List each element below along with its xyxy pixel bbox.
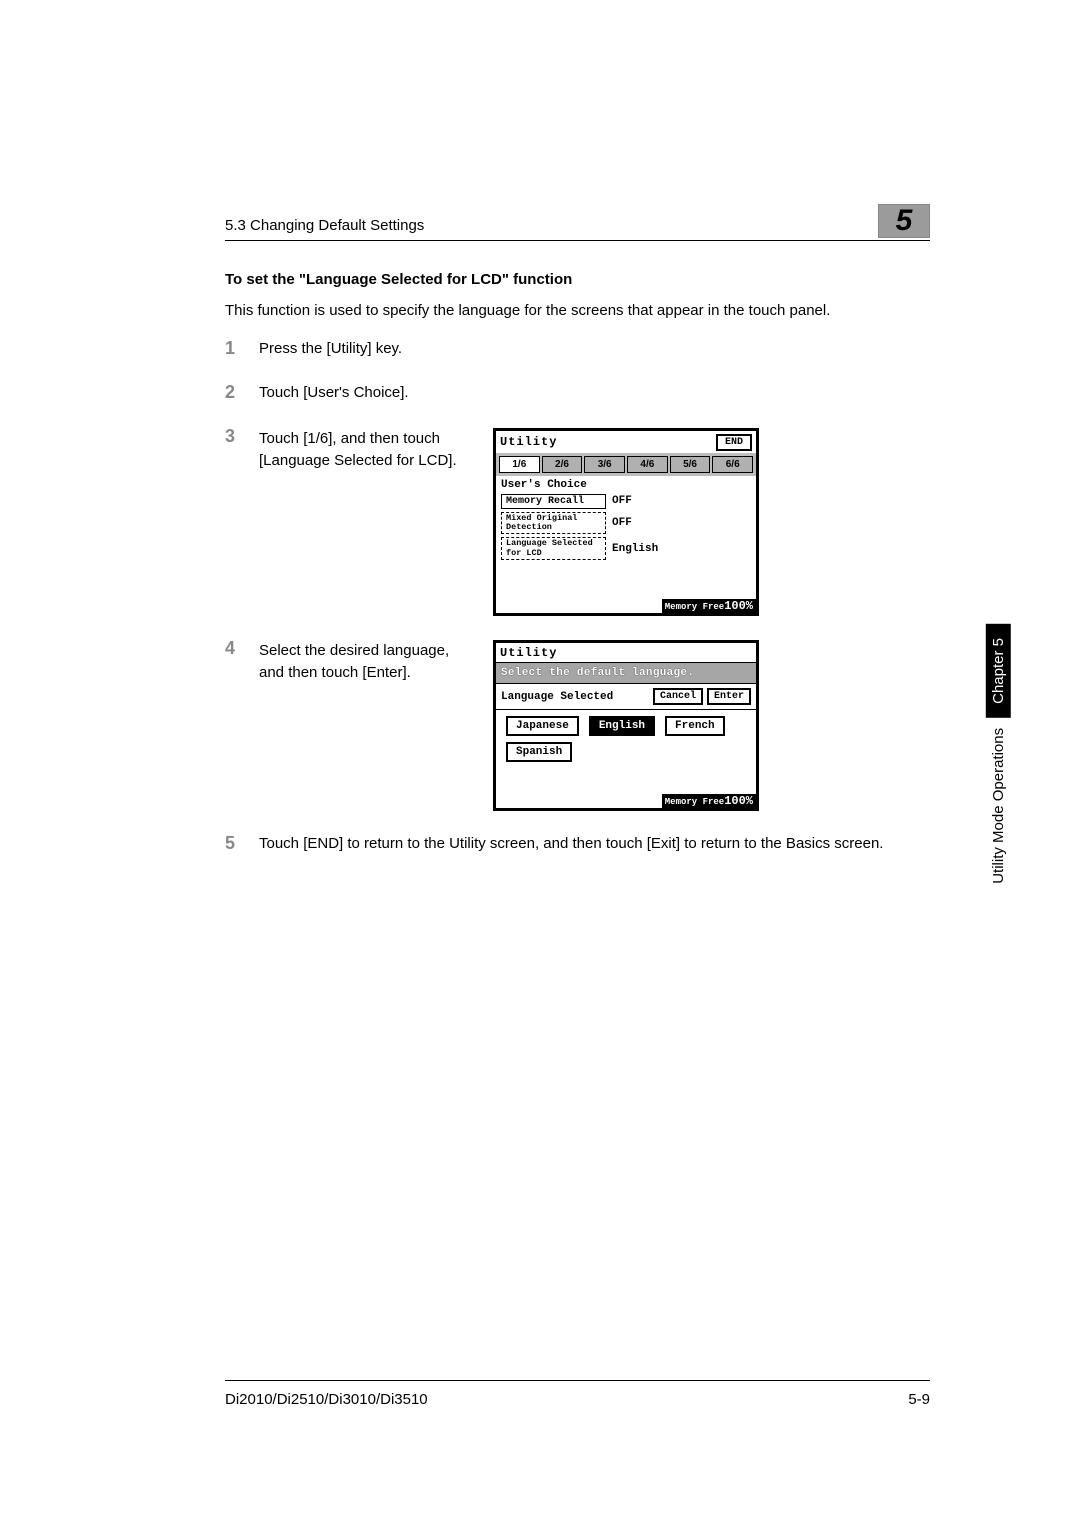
tab-2-6[interactable]: 2/6 <box>542 456 583 473</box>
memory-recall-button[interactable]: Memory Recall <box>501 494 606 509</box>
language-english-button[interactable]: English <box>589 716 655 736</box>
footer-model: Di2010/Di2510/Di3010/Di3510 <box>225 1391 428 1408</box>
memory-free-indicator: Memory Free100% <box>662 599 756 613</box>
lcd-screen-users-choice: Utility END 1/6 2/6 3/6 4/6 5/6 6/6 User… <box>493 428 759 616</box>
step-number: 1 <box>225 338 235 359</box>
lcd-title: Utility <box>500 646 557 660</box>
tab-1-6[interactable]: 1/6 <box>499 456 540 473</box>
step-item: 2 Touch [User's Choice]. <box>225 384 930 404</box>
side-chapter-label: Chapter 5 <box>986 624 1011 718</box>
tab-3-6[interactable]: 3/6 <box>584 456 625 473</box>
language-japanese-button[interactable]: Japanese <box>506 716 579 736</box>
step-item: 4 Select the desired language, and then … <box>225 640 930 811</box>
language-selected-value: English <box>612 543 658 555</box>
language-selected-label: Language Selected <box>501 691 649 703</box>
cancel-button[interactable]: Cancel <box>653 688 703 705</box>
chapter-number-box: 5 <box>878 204 930 238</box>
step-item: 5 Touch [END] to return to the Utility s… <box>225 835 930 855</box>
mixed-original-detection-value: OFF <box>612 517 632 529</box>
end-button[interactable]: END <box>716 434 752 451</box>
tab-5-6[interactable]: 5/6 <box>670 456 711 473</box>
step-number: 4 <box>225 638 235 659</box>
step-number: 2 <box>225 382 235 403</box>
tab-4-6[interactable]: 4/6 <box>627 456 668 473</box>
lcd-screen-language-select: Utility Select the default language. Lan… <box>493 640 759 811</box>
lcd-instruction: Select the default language. <box>496 662 756 684</box>
step-text: Touch [1/6], and then touch [Language Se… <box>259 428 469 472</box>
side-section-label: Utility Mode Operations <box>990 728 1007 884</box>
section-title: To set the "Language Selected for LCD" f… <box>225 271 930 288</box>
step-text: Press the [Utility] key. <box>259 340 402 357</box>
language-spanish-button[interactable]: Spanish <box>506 742 572 762</box>
intro-text: This function is used to specify the lan… <box>225 300 930 322</box>
footer-page: 5-9 <box>908 1391 930 1408</box>
lcd-subhead: User's Choice <box>496 476 756 491</box>
step-text: Select the desired language, and then to… <box>259 640 469 684</box>
memory-recall-value: OFF <box>612 495 632 507</box>
step-text: Touch [User's Choice]. <box>259 384 409 401</box>
step-number: 5 <box>225 833 235 854</box>
language-french-button[interactable]: French <box>665 716 725 736</box>
language-selected-button[interactable]: Language Selected for LCD <box>501 537 606 560</box>
lcd-title: Utility <box>500 435 557 449</box>
step-item: 3 Touch [1/6], and then touch [Language … <box>225 428 930 616</box>
step-text: Touch [END] to return to the Utility scr… <box>259 835 883 852</box>
step-item: 1 Press the [Utility] key. <box>225 340 930 360</box>
enter-button[interactable]: Enter <box>707 688 751 705</box>
memory-free-indicator: Memory Free100% <box>662 794 756 808</box>
lcd-tabs: 1/6 2/6 3/6 4/6 5/6 6/6 <box>496 453 756 476</box>
tab-6-6[interactable]: 6/6 <box>712 456 753 473</box>
mixed-original-detection-button[interactable]: Mixed Original Detection <box>501 512 606 535</box>
header-section: 5.3 Changing Default Settings <box>225 217 424 234</box>
step-number: 3 <box>225 426 235 447</box>
